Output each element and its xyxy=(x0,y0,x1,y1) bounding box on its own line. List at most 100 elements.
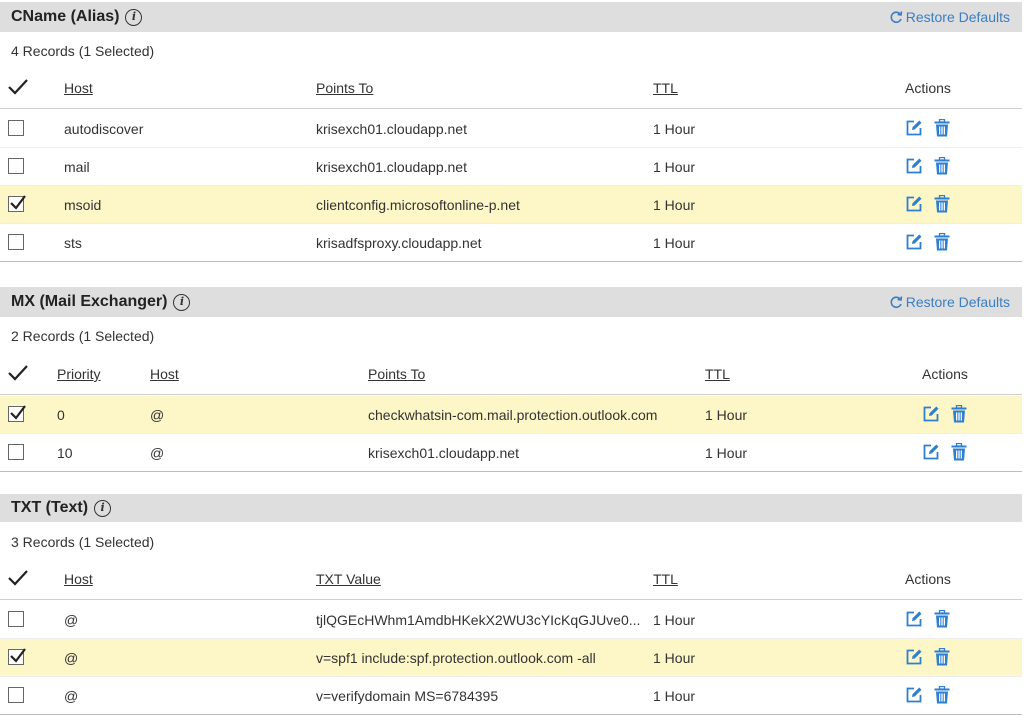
checkmark-icon xyxy=(8,79,28,95)
table-row[interactable]: mail krisexch01.cloudapp.net 1 Hour xyxy=(0,148,1022,186)
host-cell: sts xyxy=(64,235,82,251)
edit-icon[interactable] xyxy=(905,157,923,177)
column-ttl[interactable]: TTL xyxy=(653,571,678,587)
txt-title: TXT (Text) xyxy=(11,499,89,516)
column-actions: Actions xyxy=(905,571,951,587)
info-icon[interactable]: i xyxy=(173,294,191,311)
trash-icon[interactable] xyxy=(951,404,969,425)
trash-icon[interactable] xyxy=(934,156,952,177)
ttl-cell: 1 Hour xyxy=(653,688,696,704)
edit-icon[interactable] xyxy=(905,610,923,630)
row-checkbox[interactable] xyxy=(8,120,24,136)
txt-value-cell: tjlQGEcHWhm1AmdbHKekX2WU3cYIcKqGJUve0... xyxy=(316,612,641,628)
points-to-cell: clientconfig.microsoftonline-p.net xyxy=(316,197,520,213)
txt-value-cell: v=spf1 include:spf.protection.outlook.co… xyxy=(316,650,596,666)
refresh-icon xyxy=(890,296,903,308)
table-row[interactable]: sts krisadfsproxy.cloudapp.net 1 Hour xyxy=(0,224,1022,262)
column-ttl[interactable]: TTL xyxy=(705,366,730,382)
mx-section: MX (Mail Exchanger) i Restore Defaults 2 … xyxy=(0,287,1022,472)
txt-value-cell: v=verifydomain MS=6784395 xyxy=(316,688,499,704)
points-to-cell: checkwhatsin-com.mail.protection.outlook… xyxy=(368,407,658,423)
trash-icon[interactable] xyxy=(934,118,952,139)
txt-header: TXT (Text) i xyxy=(0,494,1022,522)
trash-icon[interactable] xyxy=(951,442,969,463)
column-host[interactable]: Host xyxy=(64,80,93,96)
cname-record-count: 4 Records (1 Selected) xyxy=(11,43,155,59)
table-row[interactable]: 0 @ checkwhatsin-com.mail.protection.outlo… xyxy=(0,396,1022,434)
priority-cell: 10 xyxy=(57,445,73,461)
restore-label: Restore Defaults xyxy=(905,294,1010,310)
table-row[interactable]: 10 @ krisexch01.cloudapp.net 1 Hour xyxy=(0,434,1022,472)
select-all-check[interactable] xyxy=(8,365,28,384)
select-all-check[interactable] xyxy=(8,79,28,98)
mx-restore-defaults-button[interactable]: Restore Defaults xyxy=(889,294,1010,310)
priority-cell: 0 xyxy=(57,407,65,423)
points-to-cell: krisadfsproxy.cloudapp.net xyxy=(316,235,482,251)
column-points-to[interactable]: Points To xyxy=(316,80,373,96)
ttl-cell: 1 Hour xyxy=(653,235,696,251)
column-ttl[interactable]: TTL xyxy=(653,80,678,96)
host-cell: @ xyxy=(64,612,79,628)
points-to-cell: krisexch01.cloudapp.net xyxy=(316,159,467,175)
row-checkbox[interactable] xyxy=(8,158,24,174)
ttl-cell: 1 Hour xyxy=(653,197,696,213)
checkmark-icon xyxy=(10,195,26,210)
table-row[interactable]: msoid clientconfig.microsoftonline-p.net 1… xyxy=(0,186,1022,224)
edit-icon[interactable] xyxy=(905,686,923,706)
ttl-cell: 1 Hour xyxy=(653,612,696,628)
trash-icon[interactable] xyxy=(934,609,952,630)
restore-label: Restore Defaults xyxy=(905,9,1010,25)
cname-restore-defaults-button[interactable]: Restore Defaults xyxy=(889,9,1010,25)
table-row[interactable]: @ tjlQGEcHWhm1AmdbHKekX2WU3cYIcKqGJUve0..… xyxy=(0,601,1022,639)
row-checkbox[interactable] xyxy=(8,195,26,212)
host-cell: @ xyxy=(64,650,79,666)
edit-icon[interactable] xyxy=(922,405,940,425)
cname-title: CName (Alias) xyxy=(11,8,120,25)
mx-title: MX (Mail Exchanger) xyxy=(11,293,168,310)
trash-icon[interactable] xyxy=(934,685,952,706)
txt-record-count: 3 Records (1 Selected) xyxy=(11,534,155,550)
table-row[interactable]: @ v=spf1 include:spf.protection.outlook.c… xyxy=(0,639,1022,677)
edit-icon[interactable] xyxy=(922,443,940,463)
trash-icon[interactable] xyxy=(934,647,952,668)
column-priority[interactable]: Priority xyxy=(57,366,101,382)
column-host[interactable]: Host xyxy=(150,366,179,382)
column-host[interactable]: Host xyxy=(64,571,93,587)
column-txt-value[interactable]: TXT Value xyxy=(316,571,381,587)
cname-table-header: Host Points To TTL Actions xyxy=(0,69,1022,109)
ttl-cell: 1 Hour xyxy=(653,650,696,666)
row-checkbox[interactable] xyxy=(8,444,24,460)
host-cell: autodiscover xyxy=(64,121,144,137)
row-checkbox[interactable] xyxy=(8,611,24,627)
points-to-cell: krisexch01.cloudapp.net xyxy=(368,445,519,461)
row-checkbox[interactable] xyxy=(8,687,24,703)
row-checkbox[interactable] xyxy=(8,234,24,250)
host-cell: msoid xyxy=(64,197,102,213)
row-checkbox[interactable] xyxy=(8,648,26,665)
table-row[interactable]: @ v=verifydomain MS=6784395 1 Hour xyxy=(0,677,1022,715)
host-cell: @ xyxy=(64,688,79,704)
select-all-check[interactable] xyxy=(8,570,28,589)
ttl-cell: 1 Hour xyxy=(705,445,748,461)
cname-section: CName (Alias) i Restore Defaults 4 Record… xyxy=(0,2,1022,264)
edit-icon[interactable] xyxy=(905,648,923,668)
mx-header: MX (Mail Exchanger) i Restore Defaults xyxy=(0,287,1022,317)
table-row[interactable]: autodiscover krisexch01.cloudapp.net 1 Hou… xyxy=(0,110,1022,148)
host-cell: @ xyxy=(150,407,165,423)
edit-icon[interactable] xyxy=(905,195,923,215)
trash-icon[interactable] xyxy=(934,232,952,253)
row-checkbox[interactable] xyxy=(8,405,26,422)
ttl-cell: 1 Hour xyxy=(653,159,696,175)
info-icon[interactable]: i xyxy=(94,500,112,517)
mx-table-header: Priority Host Points To TTL Actions xyxy=(0,355,1022,395)
info-icon[interactable]: i xyxy=(125,9,143,26)
mx-record-count: 2 Records (1 Selected) xyxy=(11,328,155,344)
column-points-to[interactable]: Points To xyxy=(368,366,425,382)
host-cell: @ xyxy=(150,445,165,461)
edit-icon[interactable] xyxy=(905,233,923,253)
txt-section: TXT (Text) i 3 Records (1 Selected) Host … xyxy=(0,494,1022,717)
txt-table-header: Host TXT Value TTL Actions xyxy=(0,560,1022,600)
trash-icon[interactable] xyxy=(934,194,952,215)
edit-icon[interactable] xyxy=(905,119,923,139)
refresh-icon xyxy=(890,11,903,23)
